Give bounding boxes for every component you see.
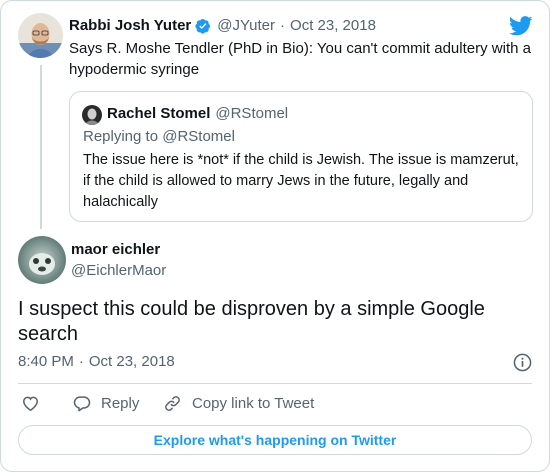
tweet-date[interactable]: Oct 23, 2018: [290, 17, 376, 34]
reply-button[interactable]: Reply: [72, 394, 139, 413]
avatar-photo: [18, 236, 66, 284]
author-name[interactable]: Rabbi Josh Yuter: [69, 17, 191, 34]
author-handle[interactable]: @EichlerMaor: [71, 262, 166, 279]
quoted-author-handle: @RStomel: [215, 105, 289, 122]
author-name[interactable]: maor eichler: [71, 241, 160, 258]
quoted-tweet-text: The issue here is *not* if the child is …: [83, 152, 519, 210]
divider: [18, 383, 532, 384]
quoted-author-name: Rachel Stomel: [107, 105, 211, 122]
copy-link-label: Copy link to Tweet: [192, 395, 315, 412]
avatar[interactable]: [18, 236, 66, 284]
link-icon: [165, 396, 180, 411]
explore-twitter-button[interactable]: Explore what's happening on Twitter: [18, 425, 532, 455]
separator-dot: ·: [280, 17, 286, 34]
copy-link-button[interactable]: Copy link to Tweet: [163, 394, 314, 413]
replying-to: Replying to @RStomel: [83, 128, 235, 145]
thread-line: [40, 65, 42, 229]
avatar-photo: [82, 105, 102, 125]
separator-dot: ·: [78, 353, 84, 370]
heart-icon: [23, 396, 38, 412]
verified-badge-icon: [195, 18, 211, 34]
avatar: [82, 105, 102, 125]
like-button[interactable]: [21, 394, 40, 413]
info-icon[interactable]: [513, 353, 532, 372]
tweet-text: I suspect this could be disproven by a s…: [18, 298, 485, 345]
tweet-date[interactable]: Oct 23, 2018: [89, 353, 175, 370]
avatar-photo: [18, 13, 63, 58]
reply-label: Reply: [101, 395, 140, 412]
embedded-tweet-card: Rabbi Josh Yuter @JYuter · Oct 23, 2018 …: [0, 0, 550, 472]
tweet-text: Says R. Moshe Tendler (PhD in Bio): You …: [69, 40, 531, 78]
speech-bubble-icon: [73, 396, 91, 412]
twitter-bird-icon[interactable]: [509, 16, 533, 36]
avatar[interactable]: [18, 13, 63, 58]
quoted-tweet[interactable]: Rachel Stomel @RStomel Replying to @RSto…: [69, 91, 533, 222]
author-handle[interactable]: @JYuter: [217, 17, 275, 34]
tweet-time[interactable]: 8:40 PM: [18, 353, 74, 370]
